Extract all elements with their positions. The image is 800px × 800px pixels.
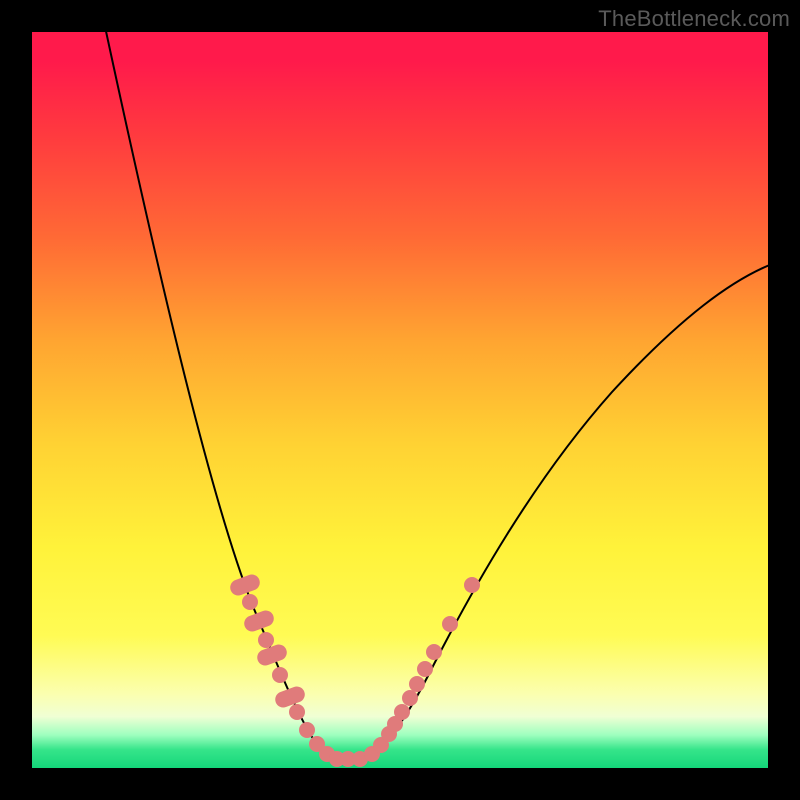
- markers-group: [228, 572, 480, 767]
- marker-capsule: [228, 572, 262, 597]
- marker-capsule: [255, 642, 289, 667]
- right-curve: [368, 264, 768, 758]
- marker-dot: [289, 704, 305, 720]
- marker-dot: [464, 577, 480, 593]
- marker-dot: [426, 644, 442, 660]
- plot-area: [32, 32, 768, 768]
- marker-dot: [442, 616, 458, 632]
- marker-capsule: [242, 608, 276, 633]
- marker-dot: [417, 661, 433, 677]
- marker-dot: [402, 690, 418, 706]
- marker-dot: [258, 632, 274, 648]
- marker-dot: [272, 667, 288, 683]
- outer-frame: TheBottleneck.com: [0, 0, 800, 800]
- marker-dot: [242, 594, 258, 610]
- curves-svg: [32, 32, 768, 768]
- left-curve: [104, 32, 332, 758]
- watermark-text: TheBottleneck.com: [598, 6, 790, 32]
- marker-dot: [299, 722, 315, 738]
- marker-dot: [394, 704, 410, 720]
- marker-dot: [409, 676, 425, 692]
